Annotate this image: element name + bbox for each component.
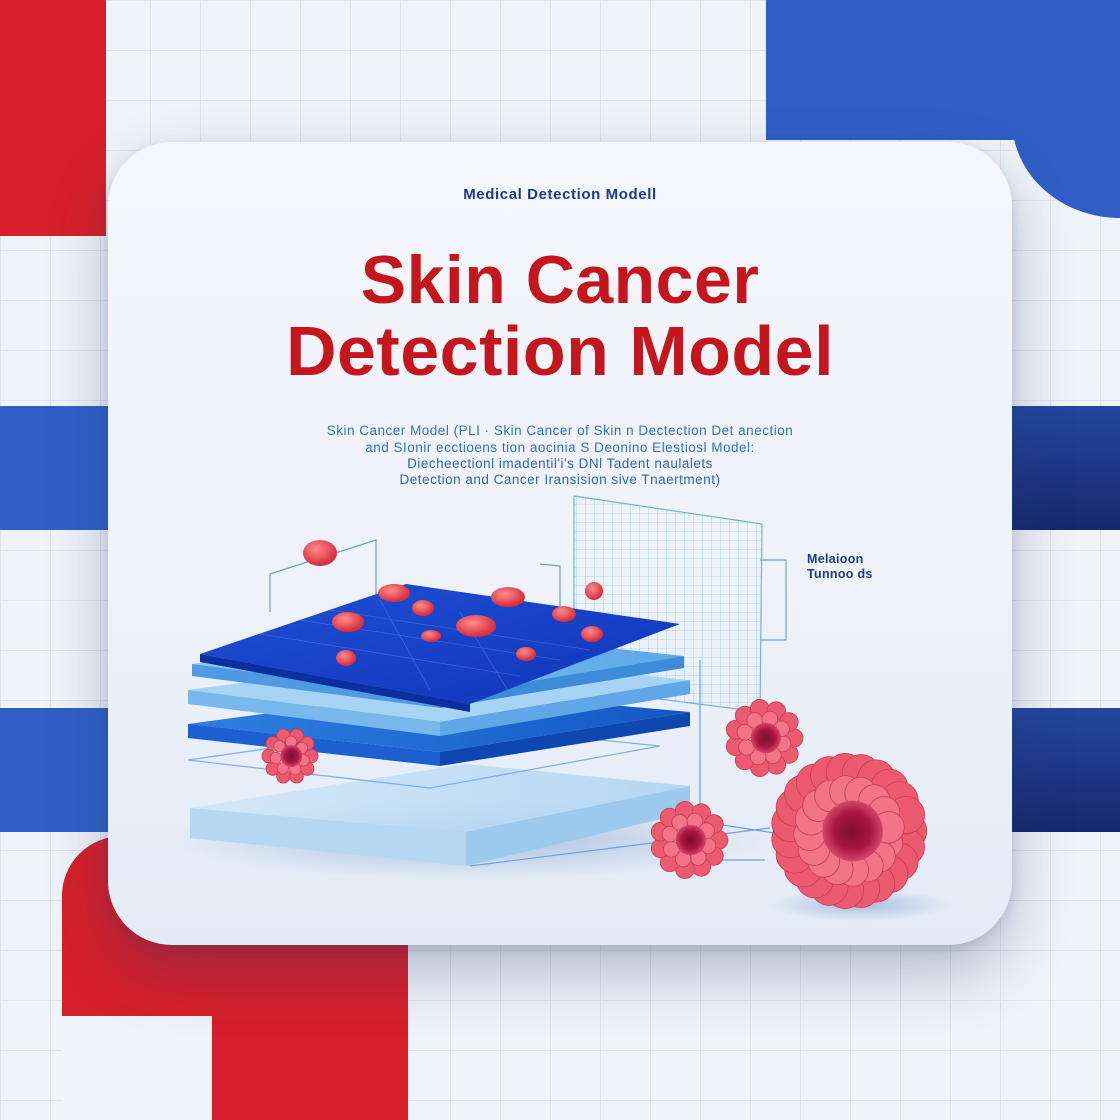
- skin-layer-illustration: [170, 495, 950, 921]
- tumor-cell: [725, 699, 804, 777]
- callout-label-line-1: Melaioon: [807, 552, 864, 566]
- tumor-cell: [261, 728, 319, 784]
- tumor-cell: [771, 752, 928, 910]
- tumor-cell: [650, 801, 729, 879]
- callout-label-line-2: Tunnoo ds: [807, 567, 873, 581]
